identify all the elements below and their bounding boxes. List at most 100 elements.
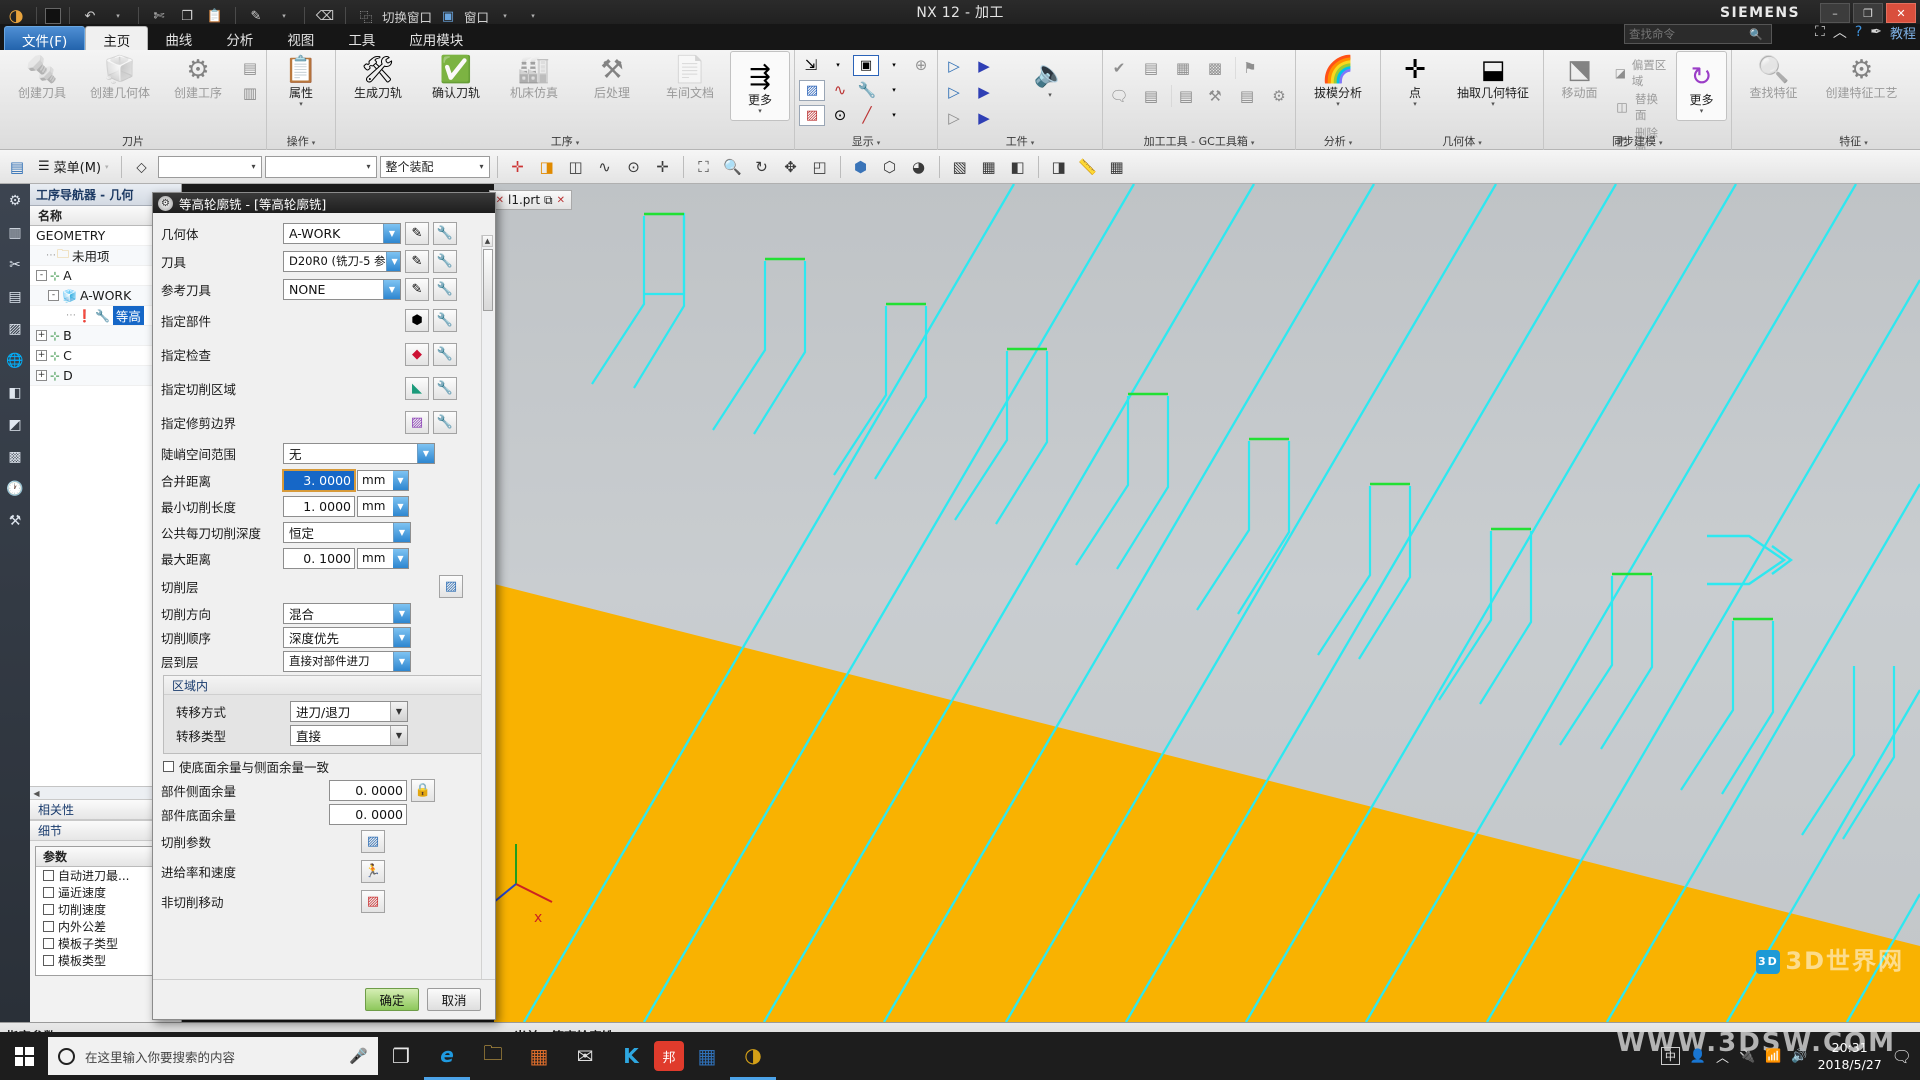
help-icon[interactable]: ? bbox=[1855, 24, 1862, 40]
new-tool-icon[interactable]: 🔧 bbox=[433, 249, 457, 273]
transfer-type-combo[interactable]: 直接 ▼ bbox=[290, 724, 408, 746]
gc-check-icon[interactable]: ✔ bbox=[1107, 57, 1131, 79]
edit-geometry-icon[interactable]: ✎ bbox=[405, 221, 429, 245]
lock-icon[interactable]: 🔒 bbox=[411, 778, 435, 802]
tree-label-selected[interactable]: 等高 bbox=[112, 306, 144, 325]
extract-geometry-button[interactable]: ⬓ 抽取几何特征 ▾ bbox=[1447, 51, 1539, 108]
select-edge-icon[interactable]: ◫ bbox=[563, 154, 589, 180]
checkbox[interactable] bbox=[43, 955, 54, 966]
section-icon[interactable]: ◧ bbox=[1005, 154, 1031, 180]
gc-step-icon[interactable]: ▤ bbox=[1139, 57, 1163, 79]
extract-geometry-dropdown-icon[interactable]: ▾ bbox=[1491, 100, 1495, 108]
find-feature-button[interactable]: 🔍 查找特征 bbox=[1736, 51, 1812, 100]
gc-trim-icon[interactable]: ▤ bbox=[1171, 85, 1195, 107]
min-cut-length-input[interactable]: 1. 0000 bbox=[283, 495, 355, 517]
chevron-down-icon[interactable]: ▼ bbox=[393, 651, 410, 671]
workview-icon[interactable]: ▦ bbox=[976, 154, 1002, 180]
render-style-icon[interactable]: ◕ bbox=[906, 154, 932, 180]
transfer-method-combo[interactable]: 进刀/退刀 ▼ bbox=[290, 700, 408, 722]
in-region-group-title[interactable]: 区域内 bbox=[164, 676, 486, 695]
zlevel-profile-dialog[interactable]: ⚙ 等高轮廓铣 - [等高轮廓铣] 几何体 A-WORK ▼ ✎ 🔧 刀具 D2… bbox=[152, 192, 496, 1020]
verify-toolpath-button[interactable]: ✅ 确认刀轨 bbox=[418, 51, 494, 100]
restore-button[interactable]: ❐ bbox=[1853, 3, 1883, 23]
reference-tool-combo[interactable]: NONE ▼ bbox=[283, 278, 401, 300]
command-search-box[interactable]: 🔍 bbox=[1624, 24, 1772, 44]
new-reference-tool-icon[interactable]: 🔧 bbox=[433, 277, 457, 301]
common-depth-per-cut-combo[interactable]: 恒定 ▼ bbox=[283, 521, 411, 543]
shop-documentation-button[interactable]: 📄 车间文档 bbox=[652, 51, 728, 100]
point-dropdown-icon[interactable]: ▾ bbox=[1413, 100, 1417, 108]
tab-tools[interactable]: 工具 bbox=[331, 26, 392, 52]
shaded-icon[interactable]: ⬢ bbox=[848, 154, 874, 180]
select-object-icon[interactable]: ✛ bbox=[505, 154, 531, 180]
gc-table-icon[interactable]: ▩ bbox=[1203, 57, 1227, 79]
gc-note-icon[interactable]: 🗨 bbox=[1107, 85, 1131, 107]
resource-process-icon[interactable]: ⚒ bbox=[4, 510, 26, 532]
chevron-down-icon[interactable]: ▾ bbox=[364, 162, 374, 171]
point-display-icon[interactable]: ⊙ bbox=[828, 104, 852, 126]
tab-application[interactable]: 应用模块 bbox=[392, 26, 480, 52]
mail-icon[interactable]: ✉ bbox=[562, 1032, 608, 1080]
display-trim-boundary-icon[interactable]: 🔧 bbox=[433, 410, 457, 434]
replace-face-icon[interactable]: ◫ bbox=[1613, 96, 1631, 118]
chevron-down-icon[interactable]: ▼ bbox=[393, 522, 410, 542]
chevron-down-icon[interactable]: ▼ bbox=[393, 548, 408, 568]
selection-filter-icon[interactable]: ⬦ bbox=[129, 154, 155, 180]
properties-button[interactable]: 📋 属性 ▾ bbox=[271, 51, 331, 108]
wcs-orient-icon[interactable]: ▷ bbox=[942, 81, 966, 103]
tree-expand-toggle[interactable]: + bbox=[36, 350, 47, 361]
steep-containment-combo[interactable]: 无 ▼ bbox=[283, 442, 435, 464]
gc-clean-icon[interactable]: ▦ bbox=[1171, 57, 1195, 79]
display-point-icon[interactable]: ⊕ bbox=[909, 54, 933, 76]
machine-simulation-button[interactable]: 🏭 机床仿真 bbox=[496, 51, 572, 100]
resource-web-browser-icon[interactable]: 🌐 bbox=[4, 350, 26, 372]
geometry-combo[interactable]: A-WORK ▼ bbox=[283, 222, 401, 244]
task-view-icon[interactable]: ❐ bbox=[378, 1032, 424, 1080]
search-input[interactable] bbox=[1629, 27, 1749, 41]
select-point-icon[interactable]: ⊙ bbox=[621, 154, 647, 180]
chevron-down-icon[interactable]: ▼ bbox=[383, 223, 400, 243]
specify-part-icon[interactable]: ⬢ bbox=[405, 308, 429, 332]
tree-collapse-toggle[interactable]: - bbox=[48, 290, 59, 301]
scroll-up-icon[interactable]: ▲ bbox=[482, 235, 493, 247]
wcs-rotate-icon[interactable]: ▶ bbox=[972, 81, 996, 103]
boundary-icon[interactable]: ▨ bbox=[799, 79, 825, 101]
chevron-down-icon[interactable]: ▼ bbox=[393, 603, 410, 623]
resource-machine-tool-icon[interactable]: ✂ bbox=[4, 254, 26, 276]
cut-levels-icon[interactable]: ▨ bbox=[439, 574, 463, 598]
wireframe-icon[interactable]: ⬡ bbox=[877, 154, 903, 180]
display-region-dropdown-icon[interactable]: ▾ bbox=[882, 54, 906, 76]
dimension-icon[interactable]: ▨ bbox=[799, 104, 825, 126]
red-app-icon[interactable]: 邦 bbox=[654, 1041, 684, 1071]
create-method-icon[interactable]: ▥ bbox=[238, 82, 262, 104]
layer-settings-icon[interactable]: ▧ bbox=[947, 154, 973, 180]
merge-distance-unit-combo[interactable]: mm ▼ bbox=[357, 469, 409, 491]
sync-more-button[interactable]: ↻ 更多 ▾ bbox=[1676, 51, 1727, 121]
tool-display-icon[interactable]: 🔧 bbox=[855, 79, 879, 101]
non-cutting-moves-icon[interactable]: ▨ bbox=[361, 889, 385, 913]
volume-icon[interactable]: 🔊 bbox=[1791, 1049, 1807, 1064]
chevron-down-icon[interactable]: ▼ bbox=[383, 279, 400, 299]
close-button[interactable]: ✕ bbox=[1886, 3, 1916, 23]
sync-more-dropdown-icon[interactable]: ▾ bbox=[1700, 107, 1704, 115]
display-dropdown-icon[interactable]: ▾ bbox=[826, 54, 850, 76]
max-distance-unit-combo[interactable]: mm ▼ bbox=[357, 547, 409, 569]
tab-view[interactable]: 视图 bbox=[270, 26, 331, 52]
properties-dropdown-icon[interactable]: ▾ bbox=[299, 100, 303, 108]
checkbox[interactable] bbox=[43, 921, 54, 932]
chevron-down-icon[interactable]: ▼ bbox=[393, 470, 408, 490]
resource-history-icon[interactable]: ◧ bbox=[4, 382, 26, 404]
min-cut-length-unit-combo[interactable]: mm ▼ bbox=[357, 495, 409, 517]
chevron-down-icon[interactable]: ▼ bbox=[390, 725, 407, 745]
tab-analysis[interactable]: 分析 bbox=[209, 26, 270, 52]
layout-icon[interactable]: ▤ bbox=[4, 154, 30, 180]
create-program-icon[interactable]: ▤ bbox=[238, 57, 262, 79]
gc-part-icon[interactable]: ▤ bbox=[1235, 85, 1259, 107]
document-tab-part[interactable]: ✕ l1.prt ⧉ ✕ bbox=[488, 190, 572, 210]
resource-reuse-library-icon[interactable]: ▨ bbox=[4, 318, 26, 340]
create-feature-process-button[interactable]: ⚙ 创建特征工艺 bbox=[1814, 51, 1910, 100]
collapse-ribbon-icon[interactable]: ︿ bbox=[1833, 22, 1847, 42]
zoom-icon[interactable]: 🔍 bbox=[720, 154, 746, 180]
level-to-level-combo[interactable]: 直接对部件进刀 ▼ bbox=[283, 650, 411, 672]
replace-face-label[interactable]: 替换面 bbox=[1635, 91, 1669, 123]
